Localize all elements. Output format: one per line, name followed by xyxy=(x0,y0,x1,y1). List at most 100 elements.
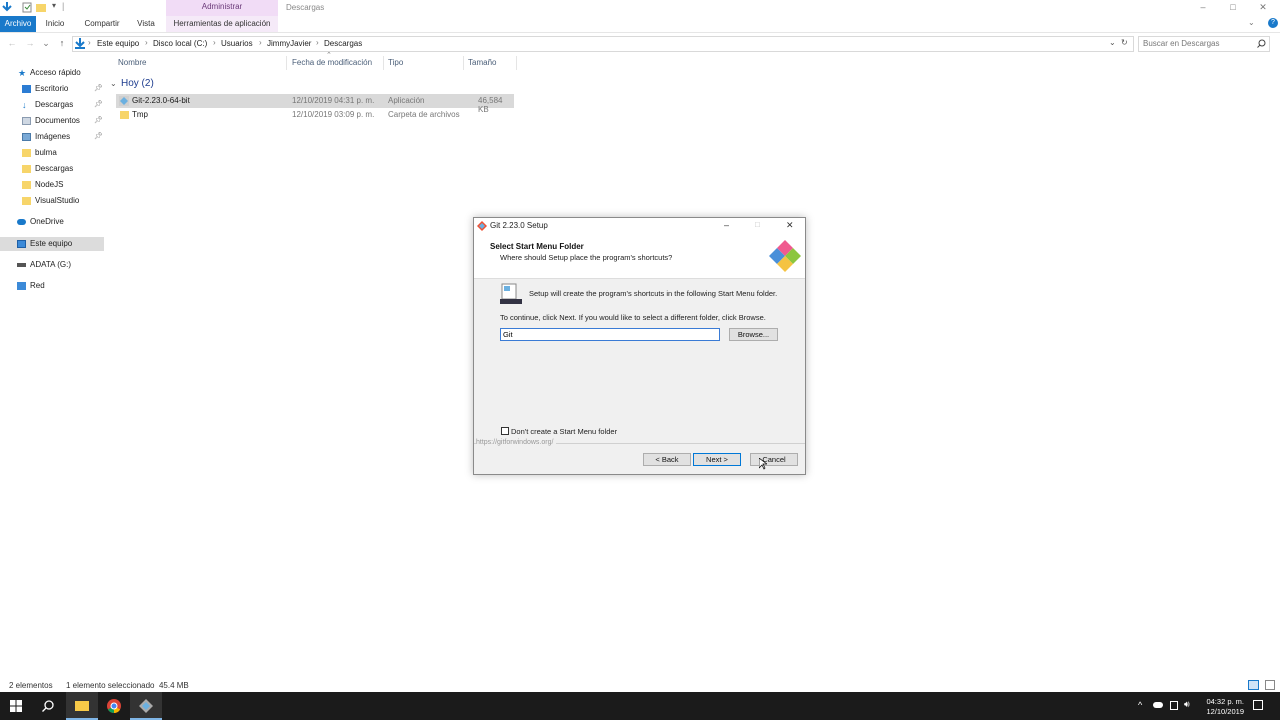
group-header-hoy[interactable]: Hoy (2) xyxy=(121,78,154,89)
breadcrumb-jimmyjavier[interactable]: JimmyJavier xyxy=(267,39,311,48)
tab-compartir[interactable]: Compartir xyxy=(80,16,124,32)
folder-icon xyxy=(22,165,31,173)
up-arrow-icon[interactable]: ↑ xyxy=(56,37,68,49)
cancel-button[interactable]: Cancel xyxy=(750,453,798,466)
tab-vista[interactable]: Vista xyxy=(132,16,160,32)
next-button[interactable]: Next > xyxy=(693,453,741,466)
file-row[interactable]: Tmp 12/10/2019 03:09 p. m. Carpeta de ar… xyxy=(116,108,514,122)
details-view-icon[interactable] xyxy=(1248,680,1259,690)
new-folder-icon[interactable] xyxy=(36,2,46,13)
file-date: 12/10/2019 03:09 p. m. xyxy=(292,110,375,119)
tab-archivo[interactable]: Archivo xyxy=(0,16,36,32)
column-separator[interactable] xyxy=(516,56,517,70)
file-row[interactable]: Git-2.23.0-64-bit 12/10/2019 04:31 p. m.… xyxy=(116,94,514,114)
start-menu-folder-input[interactable] xyxy=(500,328,720,341)
maximize-button[interactable]: □ xyxy=(1218,0,1248,16)
nav-label: OneDrive xyxy=(30,217,64,226)
expand-ribbon-icon[interactable]: ⌄ xyxy=(1248,18,1255,27)
refresh-icon[interactable]: ↻ xyxy=(1121,38,1128,47)
breadcrumb-descargas[interactable]: Descargas xyxy=(324,39,362,48)
help-icon[interactable]: ? xyxy=(1268,18,1278,28)
notifications-icon[interactable] xyxy=(1253,700,1263,710)
pin-icon[interactable]: 📌︎ xyxy=(94,130,103,144)
search-placeholder: Buscar en Descargas xyxy=(1143,39,1220,48)
nav-descargas-pinned[interactable]: ↓ Descargas 📌︎ xyxy=(0,98,104,112)
group-collapse-icon[interactable]: ⌄ xyxy=(110,79,117,88)
qa-separator: | xyxy=(62,1,65,11)
nav-label: NodeJS xyxy=(35,180,64,189)
properties-icon[interactable] xyxy=(22,2,32,13)
status-bar: 2 elementos 1 elemento seleccionado 45.4… xyxy=(0,680,1280,692)
network-tray-icon[interactable] xyxy=(1170,701,1178,710)
column-separator[interactable] xyxy=(383,56,384,70)
pin-icon[interactable]: 📌︎ xyxy=(94,82,103,96)
nav-adata[interactable]: ADATA (G:) xyxy=(0,258,104,272)
column-separator[interactable] xyxy=(463,56,464,70)
breadcrumb-disco-local[interactable]: Disco local (C:) xyxy=(153,39,207,48)
browse-button[interactable]: Browse... xyxy=(729,328,778,341)
drive-icon xyxy=(17,263,26,267)
dialog-titlebar[interactable]: Git 2.23.0 Setup – □ ✕ xyxy=(474,218,805,234)
recent-dropdown-icon[interactable]: ⌄ xyxy=(40,37,52,49)
no-start-menu-label[interactable]: Don't create a Start Menu folder xyxy=(511,427,617,436)
no-start-menu-checkbox[interactable] xyxy=(501,427,509,435)
nav-acceso-rapido[interactable]: ★ Acceso rápido xyxy=(0,66,104,80)
back-button[interactable]: < Back xyxy=(643,453,691,466)
pin-icon[interactable]: 📌︎ xyxy=(94,114,103,128)
volume-icon[interactable]: 🔊︎ xyxy=(1184,699,1190,710)
column-header-fecha[interactable]: Fecha de modificación xyxy=(292,58,372,67)
address-dropdown-icon[interactable]: ⌄ xyxy=(1109,38,1116,47)
clock-time[interactable]: 04:32 p. m. xyxy=(1198,697,1244,706)
file-name: Git-2.23.0-64-bit xyxy=(132,96,190,105)
nav-onedrive[interactable]: OneDrive xyxy=(0,215,104,229)
nav-imagenes[interactable]: Imágenes 📌︎ xyxy=(0,130,104,144)
nav-documentos[interactable]: Documentos 📌︎ xyxy=(0,114,104,128)
image-icon xyxy=(22,133,31,141)
pin-icon[interactable]: 📌︎ xyxy=(94,98,103,112)
nav-bulma[interactable]: bulma xyxy=(0,146,104,160)
forward-arrow-icon[interactable]: → xyxy=(24,37,36,49)
folder-icon xyxy=(22,149,31,157)
dialog-body: Setup will create the program's shortcut… xyxy=(474,279,805,439)
download-arrow-icon[interactable] xyxy=(2,2,12,13)
nav-visualstudio[interactable]: VisualStudio xyxy=(0,194,104,208)
address-bar[interactable]: › Este equipo › Disco local (C:) › Usuar… xyxy=(72,36,1134,52)
start-button[interactable] xyxy=(0,692,32,720)
back-arrow-icon[interactable]: ← xyxy=(6,37,18,49)
search-input[interactable]: Buscar en Descargas xyxy=(1138,36,1270,52)
column-header-tamano[interactable]: Tamaño xyxy=(468,58,496,67)
dialog-close-button[interactable]: ✕ xyxy=(786,220,794,231)
footer-url-text: https://gitforwindows.org/ xyxy=(476,439,557,446)
dialog-minimize-button[interactable]: – xyxy=(724,220,729,230)
nav-red[interactable]: Red xyxy=(0,279,104,293)
column-separator[interactable] xyxy=(286,56,287,70)
onedrive-tray-icon[interactable] xyxy=(1153,702,1163,708)
context-tab-administrar[interactable]: Administrar xyxy=(166,0,278,16)
large-icons-view-icon[interactable] xyxy=(1265,680,1275,690)
column-header-tipo[interactable]: Tipo xyxy=(388,58,403,67)
show-hidden-icons-icon[interactable]: ^ xyxy=(1138,700,1142,710)
nav-nodejs[interactable]: NodeJS xyxy=(0,178,104,192)
customize-qa-icon[interactable]: ▾ xyxy=(52,1,56,10)
column-header-nombre[interactable]: Nombre xyxy=(118,58,146,67)
search-icon[interactable] xyxy=(1257,39,1266,48)
desktop-icon xyxy=(22,85,31,93)
minimize-button[interactable]: – xyxy=(1188,0,1218,16)
nav-descargas-folder[interactable]: Descargas xyxy=(0,162,104,176)
clock-date[interactable]: 12/10/2019 xyxy=(1198,707,1244,716)
close-button[interactable]: ✕ xyxy=(1248,0,1278,16)
downloads-location-icon xyxy=(75,38,85,49)
breadcrumb-este-equipo[interactable]: Este equipo xyxy=(97,39,139,48)
taskbar-search-button[interactable] xyxy=(32,692,64,720)
nav-escritorio[interactable]: Escritorio 📌︎ xyxy=(0,82,104,96)
nav-label: ADATA (G:) xyxy=(30,260,72,269)
taskbar-file-explorer[interactable] xyxy=(66,692,98,720)
tab-inicio[interactable]: Inicio xyxy=(40,16,70,32)
nav-este-equipo[interactable]: Este equipo xyxy=(0,237,104,251)
search-icon xyxy=(42,700,54,712)
taskbar-chrome[interactable] xyxy=(98,692,130,720)
breadcrumb-separator: › xyxy=(259,38,262,47)
breadcrumb-usuarios[interactable]: Usuarios xyxy=(221,39,253,48)
taskbar-git-setup[interactable] xyxy=(130,692,162,720)
tab-herramientas-aplicacion[interactable]: Herramientas de aplicación xyxy=(166,16,278,32)
